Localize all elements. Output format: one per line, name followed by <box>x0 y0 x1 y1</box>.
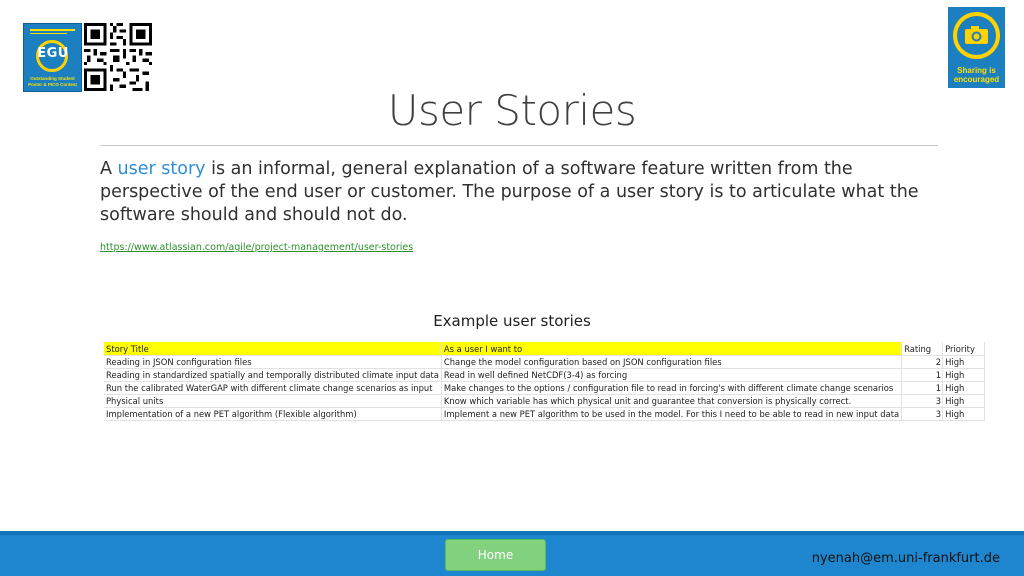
page-title: User Stories <box>387 86 637 135</box>
user-story-term: user story <box>117 159 206 179</box>
story-rating-cell: 1 <box>901 381 944 395</box>
story-priority-cell: High <box>942 368 986 382</box>
story-title-cell: Implementation of a new PET algorithm (F… <box>104 407 442 421</box>
sharing-encouraged-badge: Sharing is encouraged <box>948 7 1005 88</box>
story-want-cell: Make changes to the options / configurat… <box>441 381 903 395</box>
story-want-cell: Read in well defined NetCDF(3-4) as forc… <box>441 368 903 382</box>
story-want-cell: Know which variable has which physical u… <box>441 394 903 408</box>
header-rating: Rating <box>901 342 944 356</box>
egu-award-badge: EGU Outstanding Student Poster & PICO Co… <box>23 23 82 92</box>
contact-email: nyenah@em.uni-frankfurt.de <box>811 551 1000 566</box>
header-story-title: Story Title <box>104 342 442 356</box>
qr-code-icon <box>84 23 152 91</box>
sharing-label: Sharing is encouraged <box>953 66 1000 84</box>
story-title-cell: Reading in standardized spatially and te… <box>104 368 442 382</box>
table-row: Reading in JSON configuration files Chan… <box>104 355 986 369</box>
egu-logo-text: EGU <box>37 46 69 61</box>
story-priority-cell: High <box>942 355 986 369</box>
example-heading: Example user stories <box>433 312 591 330</box>
slide: EGU Outstanding Student Poster & PICO Co… <box>0 0 1024 576</box>
story-title-cell: Run the calibrated WaterGAP with differe… <box>104 381 442 395</box>
table-row: Physical units Know which variable has w… <box>104 394 986 408</box>
story-priority-cell: High <box>942 407 986 421</box>
camera-icon <box>965 26 988 44</box>
story-want-cell: Implement a new PET algorithm to be used… <box>441 407 903 421</box>
story-title-cell: Physical units <box>104 394 442 408</box>
story-rating-cell: 1 <box>901 368 944 382</box>
title-divider <box>100 145 938 146</box>
table-row: Run the calibrated WaterGAP with differe… <box>104 381 986 395</box>
header-priority: Priority <box>942 342 986 356</box>
story-rating-cell: 3 <box>901 407 944 421</box>
story-rating-cell: 3 <box>901 394 944 408</box>
table-row: Implementation of a new PET algorithm (F… <box>104 407 986 421</box>
user-stories-table: Story Title As a user I want to Rating P… <box>104 342 986 421</box>
story-priority-cell: High <box>942 394 986 408</box>
header-as-a-user: As a user I want to <box>441 342 903 356</box>
home-button[interactable]: Home <box>445 539 546 571</box>
table-header-row: Story Title As a user I want to Rating P… <box>104 342 986 356</box>
story-want-cell: Change the model configuration based on … <box>441 355 903 369</box>
reference-link[interactable]: https://www.atlassian.com/agile/project-… <box>100 242 413 253</box>
table-row: Reading in standardized spatially and te… <box>104 368 986 382</box>
story-rating-cell: 2 <box>901 355 944 369</box>
story-priority-cell: High <box>942 381 986 395</box>
story-title-cell: Reading in JSON configuration files <box>104 355 442 369</box>
intro-paragraph: A user story is an informal, general exp… <box>100 158 930 227</box>
intro-prefix: A <box>100 159 118 179</box>
intro-rest: is an informal, general explanation of a… <box>100 159 919 225</box>
